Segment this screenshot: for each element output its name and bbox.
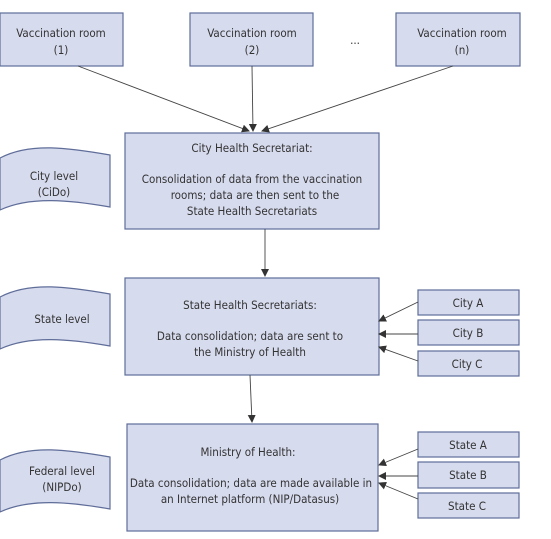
box-text: Data consolidation; data are made availa… xyxy=(130,476,372,490)
box-text: an Internet platform (NIP/Datasus) xyxy=(161,492,339,506)
room-number: (2) xyxy=(245,43,260,57)
arrow-roomn-to-city xyxy=(261,65,454,133)
level-label: Federal level xyxy=(29,464,95,478)
state-label: State C xyxy=(448,499,486,513)
room-label: Vaccination room xyxy=(417,26,507,40)
vaccination-room-1: Vaccination room (1) xyxy=(0,12,124,67)
vaccination-room-2: Vaccination room (2) xyxy=(189,12,314,67)
level-banner-state: State level xyxy=(0,286,111,350)
city-label: City B xyxy=(453,326,484,340)
arrow-state-to-ministry xyxy=(247,374,256,423)
level-label: City level xyxy=(30,169,78,183)
box-text: rooms; data are then sent to the xyxy=(171,188,340,202)
state-label: State B xyxy=(449,468,487,482)
room-label: Vaccination room xyxy=(16,26,106,40)
box-text: Data consolidation; data are sent to xyxy=(157,329,343,343)
city-label: City C xyxy=(452,357,483,371)
box-text: State Health Secretariats xyxy=(187,204,317,218)
room-label: Vaccination room xyxy=(207,26,297,40)
state-a-box: State A xyxy=(417,431,520,458)
level-banner-city: City level (CiDo) xyxy=(0,147,111,211)
vaccination-data-flow-diagram: Vaccination room (1) Vaccination room (2… xyxy=(0,12,521,532)
level-sublabel: (CiDo) xyxy=(38,185,70,199)
city-c-box: City C xyxy=(417,350,520,377)
city-health-secretariat-box: City Health Secretariat: Consolidation o… xyxy=(124,132,380,230)
level-sublabel: (NIPDo) xyxy=(42,480,81,494)
room-number: (n) xyxy=(455,43,470,57)
state-health-secretariats-box: State Health Secretariats: Data consolid… xyxy=(124,277,380,376)
ministry-of-health-box: Ministry of Health: Data consolidation; … xyxy=(126,423,379,532)
city-a-box: City A xyxy=(417,289,520,316)
arrow-state-a xyxy=(378,448,419,467)
arrow-city-c xyxy=(378,345,419,362)
box-text: the Ministry of Health xyxy=(194,345,306,359)
arrow-city-a xyxy=(378,301,419,322)
room-number: (1) xyxy=(54,43,69,57)
ellipsis: ... xyxy=(350,33,360,47)
box-text: Consolidation of data from the vaccinati… xyxy=(142,172,362,186)
level-label: State level xyxy=(34,312,89,326)
vaccination-room-n: Vaccination room (n) xyxy=(395,12,521,67)
state-b-box: State B xyxy=(417,461,520,489)
level-banner-federal: Federal level (NIPDo) xyxy=(0,449,111,513)
box-title: City Health Secretariat: xyxy=(191,141,312,155)
state-label: State A xyxy=(449,438,487,452)
arrow-room1-to-city xyxy=(77,65,250,133)
state-c-box: State C xyxy=(417,492,520,519)
arrow-room2-to-city xyxy=(248,65,257,132)
box-title: Ministry of Health: xyxy=(200,445,295,459)
arrow-state-c xyxy=(378,481,419,500)
box-title: State Health Secretariats: xyxy=(183,298,317,312)
city-b-box: City B xyxy=(417,319,520,346)
city-label: City A xyxy=(453,296,484,310)
